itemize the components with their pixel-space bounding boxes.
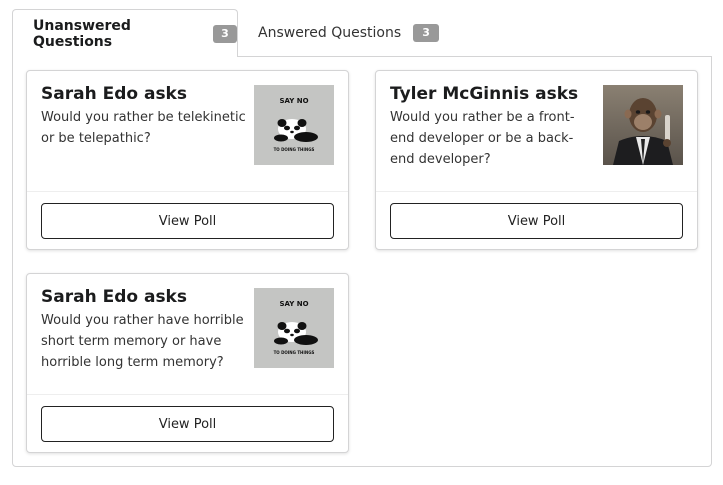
- card-question-text: Would you rather be telekinetic or be te…: [41, 110, 246, 146]
- view-poll-button[interactable]: View Poll: [41, 203, 334, 239]
- svg-text:SAY NO: SAY NO: [279, 300, 308, 308]
- question-card: Sarah Edo asks Would you rather be telek…: [26, 70, 349, 250]
- question-tabs: Unanswered Questions 3 Answered Question…: [12, 9, 712, 57]
- tab-label: Answered Questions: [258, 25, 402, 41]
- tab-panel: Sarah Edo asks Would you rather be telek…: [12, 56, 712, 467]
- view-poll-button[interactable]: View Poll: [41, 406, 334, 442]
- svg-text:TO DOING THINGS: TO DOING THINGS: [274, 147, 315, 152]
- card-divider: [376, 191, 697, 192]
- tab-unanswered-questions[interactable]: Unanswered Questions 3: [12, 9, 238, 57]
- tab-answered-questions[interactable]: Answered Questions 3: [238, 9, 448, 57]
- count-badge: 3: [212, 24, 237, 43]
- avatar: SAY NO TO DOING THINGS: [254, 288, 334, 368]
- svg-text:TO DOING THINGS: TO DOING THINGS: [274, 350, 315, 355]
- question-card: Sarah Edo asks Would you rather have hor…: [26, 273, 349, 453]
- card-divider: [27, 191, 348, 192]
- card-question-text: Would you rather have horrible short ter…: [41, 313, 244, 370]
- card-divider: [27, 394, 348, 395]
- view-poll-button[interactable]: View Poll: [390, 203, 683, 239]
- avatar: [603, 85, 683, 165]
- svg-text:SAY NO: SAY NO: [279, 97, 308, 105]
- card-question-text: Would you rather be a front-end develope…: [390, 110, 575, 167]
- avatar: SAY NO TO DOING THINGS: [254, 85, 334, 165]
- tab-label: Unanswered Questions: [33, 17, 131, 50]
- count-badge: 3: [413, 24, 440, 42]
- question-card: Tyler McGinnis asks Would you rather be …: [375, 70, 698, 250]
